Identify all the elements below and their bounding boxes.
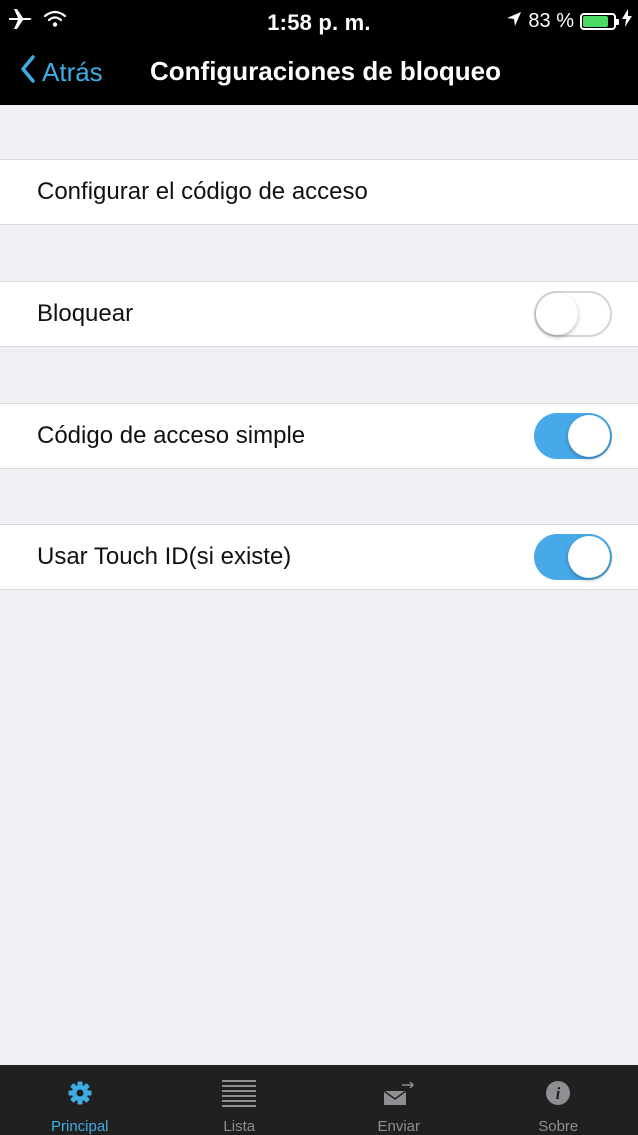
envelope-send-icon	[382, 1075, 416, 1110]
tab-bar: Principal Lista Enviar i Sobre	[0, 1065, 638, 1135]
simple-passcode-toggle[interactable]	[534, 413, 612, 459]
touch-id-label: Usar Touch ID(si existe)	[37, 543, 292, 570]
touch-id-toggle[interactable]	[534, 534, 612, 580]
battery-icon	[580, 12, 619, 30]
tab-label: Enviar	[377, 1118, 421, 1135]
toggle-knob	[568, 415, 610, 457]
tab-enviar[interactable]: Enviar	[319, 1065, 479, 1135]
back-label: Atrás	[42, 56, 103, 87]
simple-passcode-label: Código de acceso simple	[37, 422, 306, 449]
tab-principal[interactable]: Principal	[0, 1065, 160, 1135]
back-button[interactable]: Atrás	[20, 52, 103, 92]
status-right: 83 %	[506, 8, 632, 34]
simple-passcode-row: Código de acceso simple	[0, 403, 638, 469]
charging-icon	[622, 9, 632, 33]
tab-sobre[interactable]: i Sobre	[479, 1065, 638, 1135]
tab-label: Principal	[50, 1118, 109, 1135]
page-title: Configuraciones de bloqueo	[150, 56, 502, 86]
toggle-knob	[536, 293, 578, 335]
passcode-setup-label: Configurar el código de acceso	[37, 178, 368, 205]
touch-id-row: Usar Touch ID(si existe)	[0, 524, 638, 590]
svg-text:i: i	[556, 1084, 561, 1103]
lock-label: Bloquear	[37, 300, 134, 327]
location-icon	[506, 10, 522, 33]
info-icon: i	[545, 1075, 571, 1110]
tab-label: Lista	[223, 1118, 256, 1135]
top-bar: 1:58 p. m. 83 % Atrás Configuraciones de…	[0, 0, 638, 105]
battery-percent: 83 %	[528, 9, 574, 32]
toggle-knob	[568, 536, 610, 578]
gear-icon	[67, 1075, 93, 1110]
lock-row: Bloquear	[0, 281, 638, 347]
passcode-setup-row[interactable]: Configurar el código de acceso	[0, 159, 638, 225]
status-bar: 1:58 p. m. 83 %	[0, 0, 638, 40]
tab-label: Sobre	[538, 1118, 579, 1135]
lock-toggle[interactable]	[534, 291, 612, 337]
chevron-left-icon	[20, 54, 36, 90]
tab-lista[interactable]: Lista	[160, 1065, 320, 1135]
navigation-bar: Atrás Configuraciones de bloqueo	[0, 40, 638, 105]
list-icon	[222, 1075, 257, 1110]
battery-fill	[583, 15, 608, 27]
